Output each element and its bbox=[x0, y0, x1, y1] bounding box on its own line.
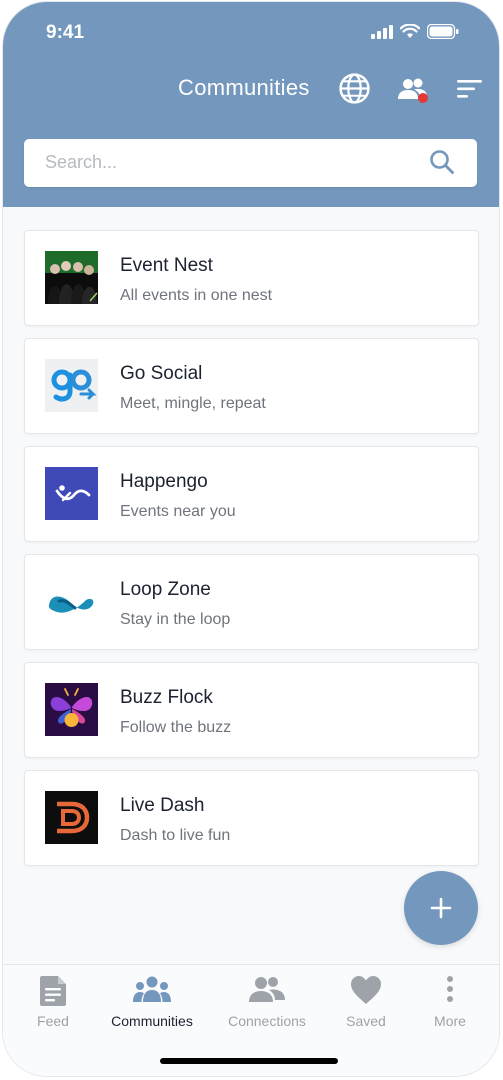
globe-icon[interactable] bbox=[338, 72, 371, 105]
sort-icon[interactable] bbox=[457, 79, 483, 99]
community-card[interactable]: Event Nest All events in one nest bbox=[24, 230, 479, 326]
community-subtitle: Stay in the loop bbox=[120, 611, 231, 628]
search-bar[interactable]: Search... bbox=[24, 139, 477, 187]
add-community-button[interactable] bbox=[404, 871, 478, 945]
community-card[interactable]: Loop Zone Stay in the loop bbox=[24, 554, 479, 650]
community-subtitle: All events in one nest bbox=[120, 287, 273, 304]
community-card[interactable]: Buzz Flock Follow the buzz bbox=[24, 662, 479, 758]
wifi-icon bbox=[400, 24, 420, 38]
community-card[interactable]: Live Dash Dash to live fun bbox=[24, 770, 479, 866]
home-indicator[interactable] bbox=[160, 1058, 338, 1064]
loop-logo bbox=[45, 575, 98, 628]
community-card[interactable]: Go Social Meet, mingle, repeat bbox=[24, 338, 479, 434]
community-title: Event Nest bbox=[120, 255, 213, 276]
group-icon bbox=[133, 976, 171, 1002]
document-icon bbox=[40, 976, 66, 1006]
battery-icon bbox=[427, 24, 459, 39]
community-title: Buzz Flock bbox=[120, 687, 213, 708]
community-subtitle: Follow the buzz bbox=[120, 719, 232, 736]
page-title: Communities bbox=[178, 75, 310, 100]
community-title: Live Dash bbox=[120, 795, 205, 816]
firefly-logo bbox=[45, 683, 98, 736]
nav-label: Communities bbox=[111, 1013, 193, 1029]
community-subtitle: Dash to live fun bbox=[120, 827, 231, 844]
members-button[interactable] bbox=[397, 77, 429, 107]
search-icon[interactable] bbox=[429, 149, 455, 175]
community-card[interactable]: Happengo Events near you bbox=[24, 446, 479, 542]
heart-icon bbox=[351, 976, 381, 1004]
notification-dot bbox=[418, 93, 428, 103]
community-title: Happengo bbox=[120, 471, 208, 492]
community-list: Event Nest All events in one nest Go Soc… bbox=[24, 230, 479, 878]
community-title: Go Social bbox=[120, 363, 203, 384]
people-icon bbox=[249, 977, 285, 1002]
search-input[interactable]: Search... bbox=[45, 152, 117, 173]
community-subtitle: Meet, mingle, repeat bbox=[120, 395, 266, 412]
phone-frame: 9:41 Communities Search... Event Nest Al… bbox=[3, 2, 499, 1076]
signal-icon bbox=[371, 24, 393, 39]
status-icons bbox=[371, 24, 459, 39]
plus-icon bbox=[430, 897, 452, 919]
band-photo-logo bbox=[45, 251, 98, 304]
live-dash-logo bbox=[45, 791, 98, 844]
community-title: Loop Zone bbox=[120, 579, 211, 600]
more-vertical-icon bbox=[447, 976, 453, 1002]
app-header: 9:41 Communities Search... bbox=[3, 2, 499, 207]
happengo-logo bbox=[45, 467, 98, 520]
go-logo bbox=[45, 359, 98, 412]
nav-label: More bbox=[434, 1013, 466, 1029]
status-time: 9:41 bbox=[46, 22, 85, 43]
community-subtitle: Events near you bbox=[120, 503, 236, 520]
